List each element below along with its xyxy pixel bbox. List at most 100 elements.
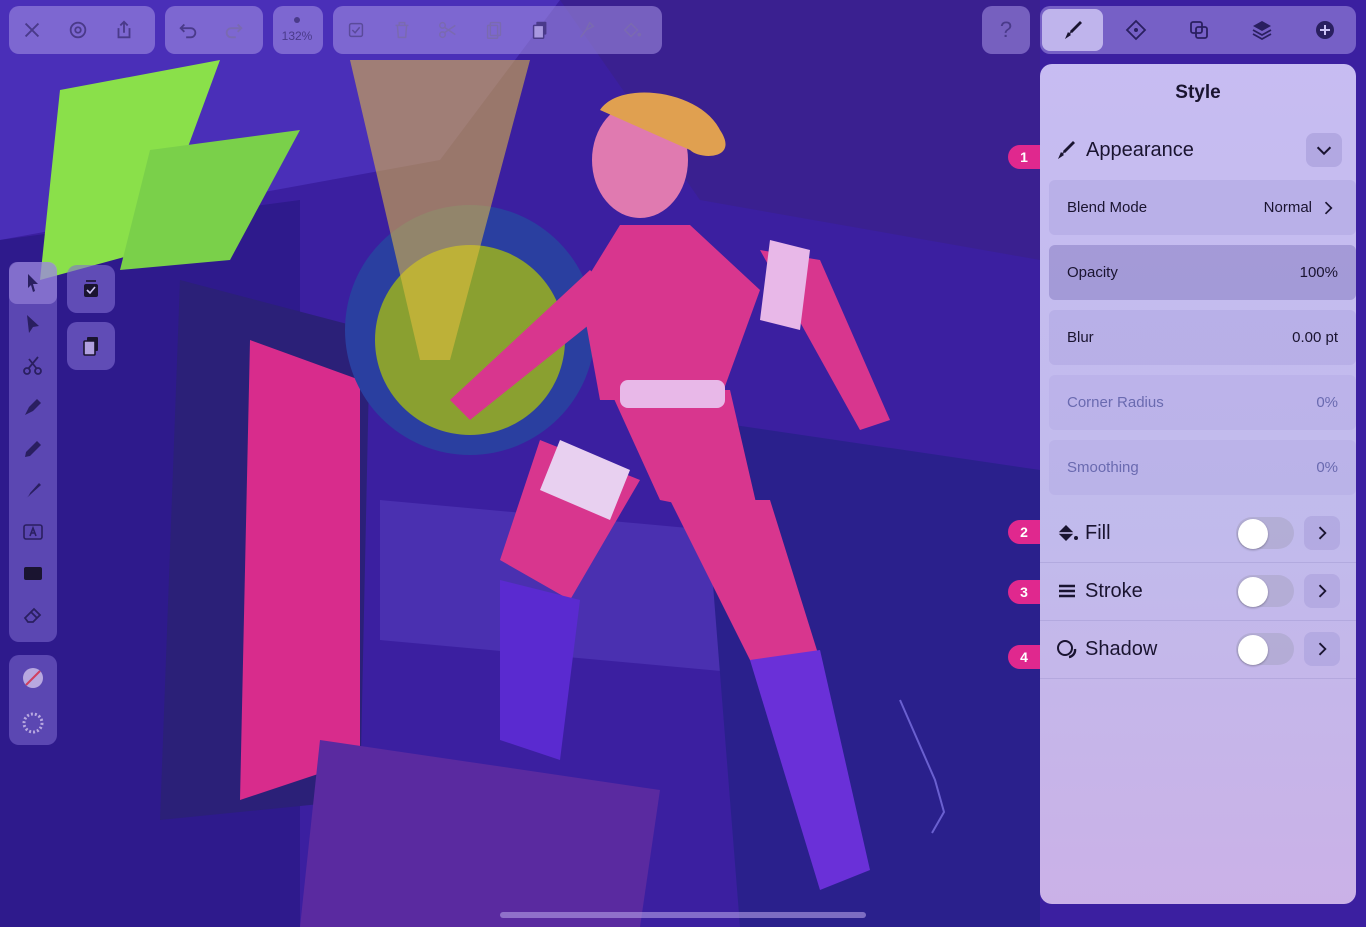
tab-layers[interactable]	[1232, 9, 1293, 51]
delete-button[interactable]	[379, 6, 425, 54]
fill-details-button[interactable]	[1304, 516, 1340, 550]
zoom-group: 132%	[273, 6, 323, 54]
shadow-details-button[interactable]	[1304, 632, 1340, 666]
toggle-knob	[1238, 635, 1268, 665]
redo-button[interactable]	[211, 6, 257, 54]
tool-scissors[interactable]	[9, 345, 57, 387]
panel-title: Style	[1175, 82, 1221, 103]
marker-label: 2	[1020, 524, 1028, 540]
chevron-right-icon	[1318, 526, 1327, 540]
undo-button[interactable]	[165, 6, 211, 54]
cut-button[interactable]	[425, 6, 471, 54]
zoom-indicator-dot	[294, 17, 300, 23]
brush-icon	[1058, 141, 1075, 159]
appearance-section-header[interactable]: Appearance	[1054, 132, 1342, 168]
file-actions-group	[9, 6, 155, 54]
copy-button[interactable]	[471, 6, 517, 54]
boolean-icon	[1190, 21, 1208, 39]
smoothing-label: Smoothing	[1067, 459, 1139, 476]
pencil-icon	[25, 440, 41, 457]
marker-label: 4	[1020, 649, 1028, 665]
smoothing-row[interactable]: Smoothing 0%	[1049, 440, 1356, 495]
settings-button[interactable]	[55, 6, 101, 54]
tab-add[interactable]	[1295, 9, 1356, 51]
fill-color-well[interactable]	[9, 655, 57, 700]
step-marker-1: 1	[1008, 145, 1040, 169]
stroke-lines-icon	[1059, 584, 1075, 598]
style-panel: Style Appearance Blend Mode Normal Opaci…	[1040, 64, 1356, 904]
select-all-button[interactable]	[333, 6, 379, 54]
fill-bucket-icon	[1058, 525, 1078, 541]
tool-rectangle[interactable]	[9, 553, 57, 595]
edit-actions-group	[333, 6, 662, 54]
zoom-button[interactable]: 132%	[273, 6, 321, 54]
rectangle-icon	[24, 567, 42, 581]
stroke-details-button[interactable]	[1304, 574, 1340, 608]
tool-pen[interactable]	[9, 387, 57, 429]
corner-radius-value: 0%	[1316, 394, 1338, 411]
stroke-label: Stroke	[1085, 580, 1143, 602]
zoom-level: 132%	[281, 29, 313, 43]
marker-label: 3	[1020, 584, 1028, 600]
fill-label: Fill	[1085, 522, 1111, 544]
share-icon	[117, 20, 131, 39]
chevron-down-icon	[1316, 146, 1332, 156]
close-button[interactable]	[9, 6, 55, 54]
select-all-context-button[interactable]	[67, 265, 115, 313]
marker-label: 1	[1020, 149, 1028, 165]
stroke-toggle[interactable]	[1236, 575, 1294, 607]
select-arrow-icon	[28, 273, 38, 292]
fill-toggle[interactable]	[1236, 517, 1294, 549]
tab-style[interactable]	[1042, 9, 1104, 51]
brush-icon	[1064, 21, 1082, 39]
text-icon	[23, 523, 43, 540]
trash-icon	[395, 21, 409, 39]
tool-pencil[interactable]	[9, 428, 57, 470]
appearance-label: Appearance	[1086, 138, 1194, 161]
paste-style-icon	[579, 21, 595, 38]
copy-icon	[486, 21, 502, 39]
share-button[interactable]	[101, 6, 147, 54]
redo-icon	[225, 23, 243, 39]
shadow-toggle[interactable]	[1236, 633, 1294, 665]
tool-eraser[interactable]	[9, 594, 57, 636]
undo-icon	[179, 23, 197, 39]
select-all-icon	[348, 22, 364, 38]
stroke-color-well[interactable]	[9, 700, 57, 745]
brush-icon	[25, 483, 41, 499]
tool-brush[interactable]	[9, 470, 57, 512]
tool-text[interactable]	[9, 511, 57, 553]
step-marker-2: 2	[1008, 520, 1040, 544]
fill-button[interactable]	[609, 6, 655, 54]
no-color-icon	[23, 667, 43, 688]
corner-radius-label: Corner Radius	[1067, 394, 1164, 411]
tab-path[interactable]	[1105, 9, 1166, 51]
stroke-row: Stroke	[1040, 562, 1356, 621]
blend-mode-label: Blend Mode	[1067, 199, 1148, 216]
blend-mode-value: Normal	[1263, 199, 1312, 216]
paste-context-button[interactable]	[67, 322, 115, 370]
corner-radius-row[interactable]: Corner Radius 0%	[1049, 375, 1356, 430]
paste-style-button[interactable]	[563, 6, 609, 54]
direct-select-icon	[27, 315, 39, 334]
paste-icon	[532, 21, 547, 39]
fill-bucket-icon	[623, 22, 642, 38]
select-all-icon	[84, 280, 98, 297]
chevron-right-icon	[1318, 584, 1327, 598]
tool-direct-select[interactable]	[9, 304, 57, 346]
step-marker-4: 4	[1008, 645, 1040, 669]
blur-row[interactable]: Blur 0.00 pt	[1049, 310, 1356, 365]
help-button[interactable]: ?	[982, 6, 1030, 54]
history-group	[165, 6, 263, 54]
tool-select[interactable]	[9, 262, 57, 304]
paste-button[interactable]	[517, 6, 563, 54]
blend-mode-row[interactable]: Blend Mode Normal	[1049, 180, 1356, 235]
opacity-row[interactable]: Opacity 100%	[1049, 245, 1356, 300]
paste-icon	[83, 337, 98, 356]
tab-boolean[interactable]	[1168, 9, 1229, 51]
scissors-icon	[439, 21, 456, 39]
appearance-collapse-button[interactable]	[1306, 133, 1342, 167]
shadow-icon	[1057, 640, 1077, 659]
scissors-icon	[23, 356, 42, 375]
home-indicator[interactable]	[500, 912, 866, 918]
